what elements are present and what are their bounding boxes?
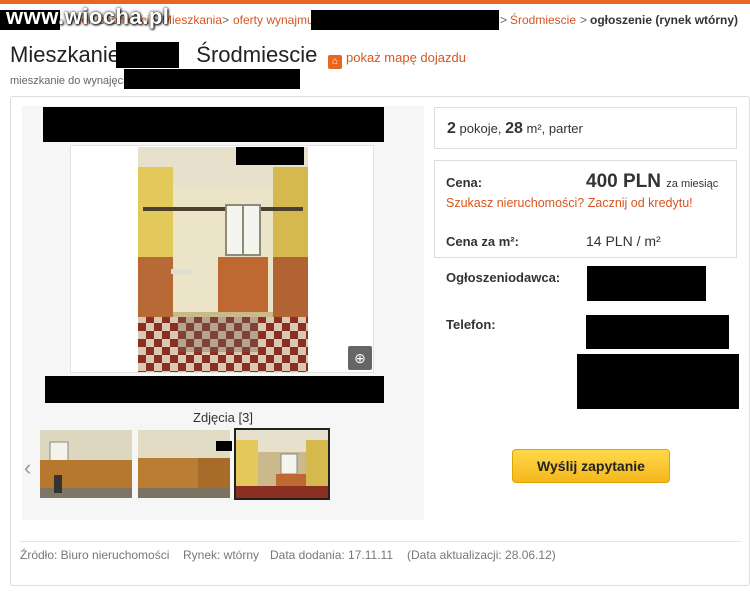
- area-unit: m²,: [526, 121, 546, 136]
- price-amount: 400 PLN: [586, 171, 661, 192]
- chevron-left-icon[interactable]: ‹: [24, 455, 31, 481]
- price-period: za miesiąc: [666, 178, 719, 190]
- floor-value: parter: [548, 121, 583, 136]
- room-photo: [138, 147, 308, 372]
- footer-market: Rynek: wtórny: [183, 548, 260, 562]
- price-value: 400 PLN za miesiąc: [586, 171, 718, 193]
- breadcrumb-item-mieszkania[interactable]: Mieszkania: [162, 13, 222, 27]
- redaction-bar: [124, 69, 300, 89]
- watermark: www.wiocha.pl: [6, 4, 170, 29]
- breadcrumb-separator: >: [500, 13, 508, 27]
- redaction-bar: [116, 42, 179, 68]
- footer-source: Źródło: Biuro nieruchomości: [20, 548, 170, 562]
- title-part-end: Środmiescie: [196, 42, 318, 67]
- redaction-bar: [43, 107, 384, 142]
- redaction-bar: [236, 147, 304, 165]
- footer-date-added: Data dodania: 17.11.11: [270, 548, 393, 562]
- listing-subtitle: mieszkanie do wynajęcia: [10, 75, 132, 87]
- map-home-icon: ⌂: [328, 55, 342, 69]
- redaction-bar: [311, 10, 499, 30]
- breadcrumb-item-oferty-wynajmu[interactable]: oferty wynajmu: [233, 13, 314, 27]
- zoom-icon[interactable]: ⊕: [348, 346, 372, 370]
- title-part-start: Mieszkanie: [10, 42, 121, 67]
- photos-count-label: Zdjęcia [3]: [193, 410, 253, 425]
- price-label: Cena:: [446, 175, 483, 190]
- redaction-bar: [586, 315, 729, 349]
- redaction-bar: [45, 376, 384, 403]
- price-per-m2-label: Cena za m²:: [446, 234, 519, 249]
- main-photo[interactable]: [138, 147, 308, 372]
- thumbnail-photo: [236, 430, 328, 498]
- area-value: 28: [505, 120, 523, 137]
- redaction-bar: [216, 441, 232, 451]
- breadcrumb-current: ogłoszenie (rynek wtórny): [590, 13, 739, 27]
- map-link-label: pokaż mapę dojazdu: [346, 50, 466, 65]
- map-link[interactable]: ⌂ pokaż mapę dojazdu: [328, 50, 466, 69]
- breadcrumb-item-srodmiescie[interactable]: Środmiescie: [510, 13, 576, 27]
- thumbnail-photo: [40, 430, 132, 498]
- footer-divider: [20, 541, 742, 542]
- rooms-label: pokoje,: [459, 121, 502, 136]
- send-inquiry-button[interactable]: Wyślij zapytanie: [512, 449, 670, 483]
- gallery-thumbnail[interactable]: [40, 430, 132, 498]
- gallery-thumbnail-selected[interactable]: [234, 428, 330, 500]
- price-per-m2-value: 14 PLN / m²: [586, 233, 661, 249]
- footer-date-updated: (Data aktualizacji: 28.06.12): [407, 548, 556, 562]
- breadcrumb-separator: >: [580, 13, 588, 27]
- summary-line: 2 pokoje, 28 m², parter: [447, 120, 583, 138]
- advertiser-label: Ogłoszeniodawca:: [446, 270, 561, 285]
- rooms-count: 2: [447, 120, 456, 137]
- summary-box: 2 pokoje, 28 m², parter: [434, 107, 737, 149]
- redaction-bar: [587, 266, 706, 301]
- credit-link[interactable]: Szukasz nieruchomości? Zacznij od kredyt…: [446, 196, 693, 210]
- redaction-bar: [577, 354, 739, 409]
- phone-label: Telefon:: [446, 317, 496, 332]
- breadcrumb-separator: >: [222, 13, 230, 27]
